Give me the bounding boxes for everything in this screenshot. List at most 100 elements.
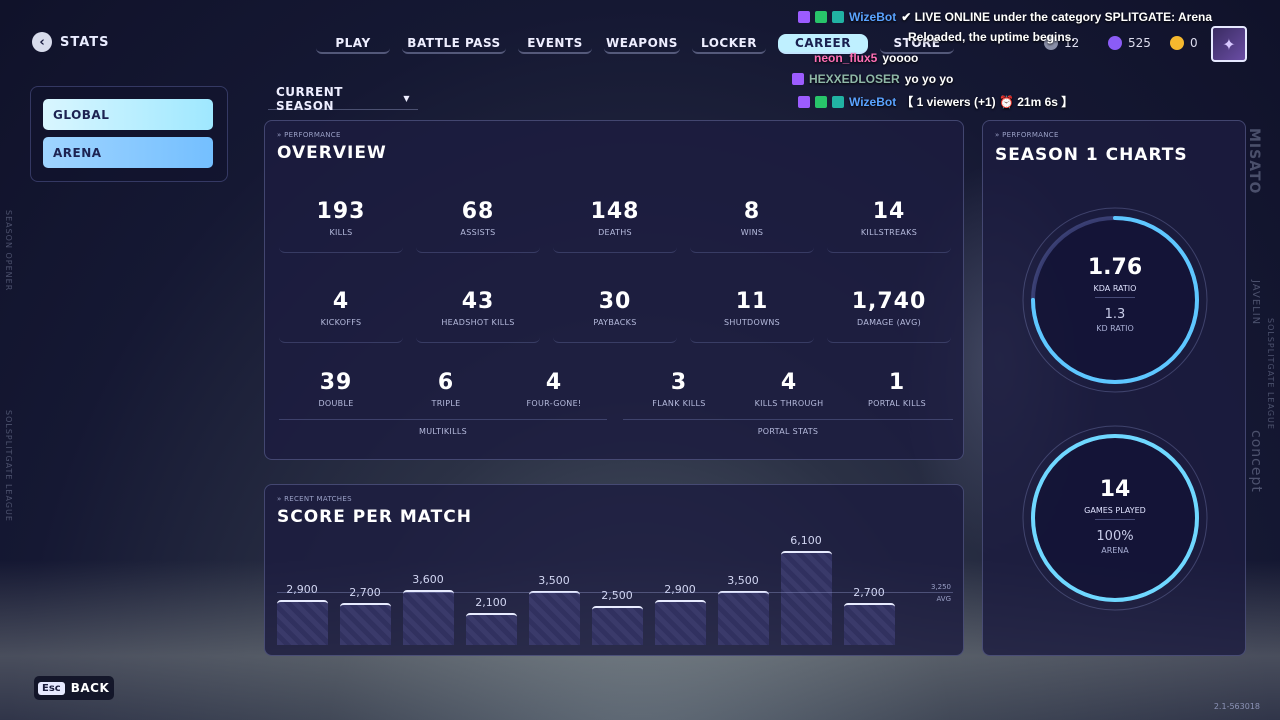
- side-deco-left-top: SEASON OPENER: [4, 210, 13, 292]
- stat-label: FLANK KILLS: [652, 399, 706, 408]
- stat-value: 148: [590, 199, 640, 224]
- kda-divider: [1095, 297, 1135, 298]
- charts-title: SEASON 1 CHARTS: [995, 145, 1188, 165]
- portal-divider: [623, 419, 953, 420]
- esc-key-icon: Esc: [38, 681, 65, 695]
- chat-user: HEXXEDLOSER: [809, 72, 900, 86]
- mode-arena-button[interactable]: ARENA: [43, 137, 213, 168]
- stat-value: 39: [319, 370, 353, 395]
- nav-locker[interactable]: LOCKER: [692, 34, 766, 54]
- stat-value: 14: [872, 199, 906, 224]
- chat-line: neon_flux5 yoooo: [814, 51, 918, 65]
- back-button[interactable]: Esc BACK: [34, 676, 114, 700]
- arena-percent-value: 100%: [1096, 529, 1134, 544]
- stat-assists: 68 ASSISTS: [416, 199, 540, 253]
- stat-killstreaks: 14 KILLSTREAKS: [827, 199, 951, 253]
- games-divider: [1095, 519, 1135, 520]
- overview-panel: » PERFORMANCE OVERVIEW 193 KILLS 68 ASSI…: [264, 120, 964, 460]
- stat-label: HEADSHOT KILLS: [441, 318, 515, 327]
- currency-gold-value: 0: [1190, 36, 1198, 50]
- score-bar: [781, 551, 832, 645]
- season-dropdown-value: CURRENT SEASON: [276, 84, 343, 113]
- season-dropdown[interactable]: CURRENT SEASON ▼: [268, 84, 418, 113]
- chat-message: yoooo: [882, 51, 919, 65]
- player-avatar[interactable]: ✦: [1211, 26, 1247, 62]
- stat-deaths: 148 DEATHS: [553, 199, 677, 253]
- side-deco-right-1: MISATO: [1246, 128, 1262, 195]
- bot-badge-icon: [832, 11, 844, 23]
- score-bar-label: 2,500: [601, 589, 633, 602]
- stat-value: 8: [743, 199, 761, 224]
- kda-label: KDA RATIO: [1093, 284, 1137, 293]
- stat-value: 11: [735, 289, 769, 314]
- charts-kicker: » PERFORMANCE: [995, 131, 1059, 139]
- score-bar: [655, 600, 706, 645]
- side-deco-right-4: concept: [1248, 430, 1264, 493]
- stat-kills-through: 4 KILLS THROUGH: [736, 370, 842, 424]
- side-deco-left-bottom: SOLSPLITGATE LEAGUE: [4, 410, 13, 522]
- bot-badge-icon: [832, 95, 844, 108]
- kd-value: 1.3: [1104, 307, 1126, 322]
- stat-label: DOUBLE: [318, 399, 354, 408]
- overview-kicker: » PERFORMANCE: [277, 131, 341, 139]
- stat-double: 39 DOUBLE: [283, 370, 389, 424]
- stat-label: PAYBACKS: [593, 318, 637, 327]
- stat-value: 1: [888, 370, 906, 395]
- overview-title: OVERVIEW: [277, 143, 387, 163]
- portal-stats-label: PORTAL STATS: [757, 427, 819, 436]
- stat-label: TRIPLE: [431, 399, 461, 408]
- stat-label: KILLS: [329, 228, 353, 237]
- score-bar: [340, 603, 391, 645]
- nav-play[interactable]: PLAY: [316, 34, 390, 54]
- score-kicker: » RECENT MATCHES: [277, 495, 352, 503]
- score-bar: [718, 591, 769, 645]
- nav-events[interactable]: EVENTS: [518, 34, 592, 54]
- stat-label: KILLSTREAKS: [860, 228, 918, 237]
- score-bar-label: 2,900: [664, 583, 696, 596]
- stat-value: 4: [545, 370, 563, 395]
- stat-label: FOUR-GONE!: [526, 399, 582, 408]
- stat-label: ASSISTS: [460, 228, 496, 237]
- currency-splitcoin-value: 525: [1128, 36, 1151, 50]
- score-bar-label: 3,500: [538, 574, 570, 587]
- stat-damage-avg: 1,740 DAMAGE (AVG): [827, 289, 951, 343]
- score-panel: » RECENT MATCHES SCORE PER MATCH 2,900 2,…: [264, 484, 964, 656]
- stat-wins: 8 WINS: [690, 199, 814, 253]
- stat-label: PORTAL KILLS: [867, 399, 927, 408]
- stat-value: 6: [437, 370, 455, 395]
- avg-value: 3,250: [930, 583, 951, 591]
- score-title: SCORE PER MATCH: [277, 507, 472, 527]
- arena-percent-label: ARENA: [1101, 546, 1129, 555]
- nav-weapons[interactable]: WEAPONS: [604, 34, 680, 54]
- stats-back-button[interactable]: ‹ STATS: [32, 32, 110, 52]
- kd-label: KD RATIO: [1096, 324, 1134, 333]
- chat-user: WizeBot: [849, 10, 897, 24]
- stat-flank-kills: 3 FLANK KILLS: [626, 370, 732, 424]
- chat-line: Reloaded, the uptime begins.: [908, 30, 1075, 44]
- score-bar-label: 3,600: [412, 573, 444, 586]
- stat-kickoffs: 4 KICKOFFS: [279, 289, 403, 343]
- mode-panel: GLOBAL ARENA: [30, 86, 228, 182]
- avg-label: AVG: [936, 595, 951, 603]
- score-bar: [592, 606, 643, 645]
- back-label: BACK: [70, 681, 110, 695]
- stats-title: STATS: [60, 34, 110, 50]
- games-label: GAMES PLAYED: [1084, 506, 1146, 515]
- stat-value: 1,740: [851, 289, 927, 314]
- score-bar: [529, 591, 580, 645]
- chat-line: WizeBot 【 1 viewers (+1) ⏰ 21m 6s 】: [798, 93, 1073, 110]
- score-bar-label: 2,900: [286, 583, 318, 596]
- stat-value: 4: [332, 289, 350, 314]
- stat-value: 193: [316, 199, 366, 224]
- score-bar-label: 3,500: [727, 574, 759, 587]
- chat-message: Reloaded, the uptime begins.: [908, 30, 1075, 44]
- chat-line: WizeBot ✔ LIVE ONLINE under the category…: [798, 10, 1212, 24]
- mode-global-button[interactable]: GLOBAL: [43, 99, 213, 130]
- stat-label: KILLS THROUGH: [754, 399, 824, 408]
- nav-battle-pass[interactable]: BATTLE PASS: [402, 34, 506, 54]
- stat-paybacks: 30 PAYBACKS: [553, 289, 677, 343]
- score-bar: [403, 590, 454, 645]
- score-bar-label: 2,100: [475, 596, 507, 609]
- currency-splitcoin: 525: [1108, 36, 1151, 50]
- stat-value: 3: [670, 370, 688, 395]
